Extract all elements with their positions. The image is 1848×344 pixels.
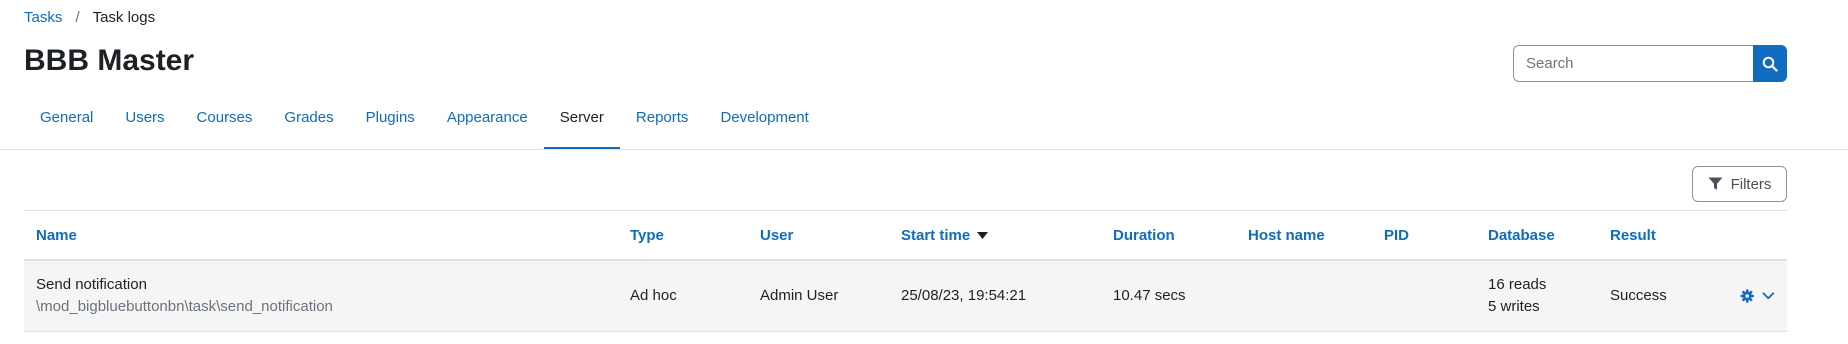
tab-courses[interactable]: Courses [181, 100, 269, 150]
column-header-duration[interactable]: Duration [1113, 227, 1175, 244]
db-reads: 16 reads [1488, 276, 1547, 293]
column-header-result[interactable]: Result [1610, 227, 1656, 244]
task-type: Ad hoc [618, 260, 748, 332]
tab-grades[interactable]: Grades [268, 100, 349, 150]
page-title: BBB Master [24, 44, 195, 77]
tab-reports[interactable]: Reports [620, 100, 705, 150]
column-header-pid[interactable]: PID [1384, 227, 1409, 244]
tab-development[interactable]: Development [704, 100, 824, 150]
task-host-name [1236, 260, 1372, 332]
search-button[interactable] [1753, 45, 1787, 82]
tabs-divider [0, 149, 1848, 150]
task-classname: \mod_bigbluebuttonbn\task\send_notificat… [36, 298, 333, 315]
filters-button[interactable]: Filters [1692, 166, 1787, 202]
tab-server[interactable]: Server [543, 100, 621, 150]
task-pid [1372, 260, 1476, 332]
filter-icon [1708, 177, 1723, 190]
column-header-user[interactable]: User [760, 227, 793, 244]
breadcrumb-current: Task logs [92, 9, 156, 26]
task-user: Admin User [748, 260, 889, 332]
task-result: Success [1598, 260, 1728, 332]
tab-general[interactable]: General [24, 100, 109, 150]
task-duration: 10.47 secs [1101, 260, 1236, 332]
tab-appearance[interactable]: Appearance [431, 100, 544, 150]
column-header-type[interactable]: Type [630, 227, 664, 244]
column-header-database[interactable]: Database [1488, 227, 1555, 244]
chevron-down-icon[interactable] [1762, 291, 1775, 301]
table-row: Send notification \mod_bigbluebuttonbn\t… [24, 260, 1787, 332]
column-header-start-time[interactable]: Start time [901, 227, 970, 244]
table-header-row: Name Type User Start time Duration Host … [24, 210, 1787, 261]
tab-plugins[interactable]: Plugins [350, 100, 431, 150]
breadcrumb: Tasks / Task logs [24, 8, 155, 28]
tab-users[interactable]: Users [109, 100, 180, 150]
breadcrumb-link-tasks[interactable]: Tasks [24, 9, 62, 26]
db-writes: 5 writes [1488, 298, 1540, 315]
column-header-name[interactable]: Name [36, 227, 77, 244]
task-start-time: 25/08/23, 19:54:21 [889, 260, 1101, 332]
task-log-table: Name Type User Start time Duration Host … [24, 210, 1787, 332]
filters-label: Filters [1730, 175, 1772, 193]
search-input[interactable] [1513, 45, 1753, 82]
search-form [1513, 45, 1787, 82]
search-icon [1762, 56, 1778, 72]
column-header-host-name[interactable]: Host name [1248, 227, 1325, 244]
column-header-actions [1728, 210, 1787, 261]
task-name: Send notification [36, 276, 147, 293]
row-actions [1740, 288, 1775, 304]
breadcrumb-separator: / [75, 9, 80, 26]
admin-tabs: General Users Courses Grades Plugins App… [24, 100, 825, 150]
gear-icon[interactable] [1740, 288, 1754, 304]
sort-descending-icon [977, 232, 989, 240]
